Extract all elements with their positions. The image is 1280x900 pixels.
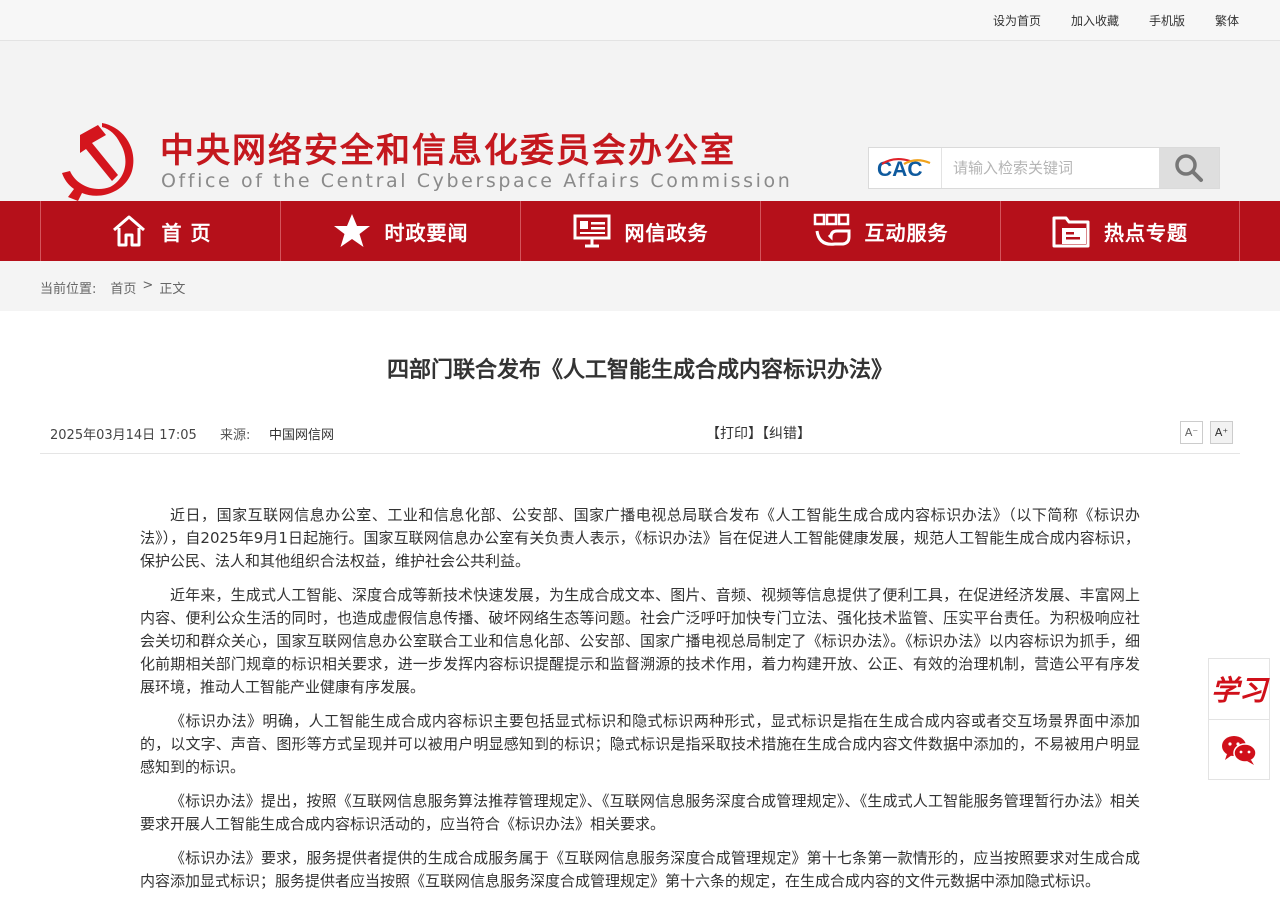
svg-text:CAC: CAC	[877, 158, 923, 181]
nav-item-label: 首 页	[161, 220, 212, 245]
traditional-chinese-link[interactable]: 繁体	[1215, 12, 1239, 29]
nav-item-label: 互动服务	[864, 220, 949, 245]
folder-icon	[1052, 212, 1090, 250]
breadcrumb-bar: 当前位置: 首页 > 正文	[0, 261, 1280, 311]
search-button[interactable]	[1159, 148, 1219, 188]
nav-item-interaction[interactable]: 互动服务	[760, 201, 1000, 261]
article-paragraph: 《标识办法》提出，按照《互联网信息服务算法推荐管理规定》、《互联网信息服务深度合…	[140, 792, 1140, 833]
publish-date: 2025年03月14日 17:05	[50, 428, 197, 443]
nav-item-home[interactable]: 首 页	[40, 201, 280, 261]
main-navigation: 首 页 时政要闻 网信政务 互动服务 热点专题	[0, 201, 1280, 261]
site-header: 中央网络安全和信息化委员会办公室 Office of the Central C…	[0, 41, 1280, 201]
interaction-icon	[813, 212, 851, 250]
article-meta: 2025年03月14日 17:05 来源: 中国网信网 【打印】【纠错】 A⁻ …	[40, 420, 1240, 454]
font-smaller-button[interactable]: A⁻	[1180, 421, 1203, 444]
breadcrumb-home-link[interactable]: 首页	[110, 278, 136, 297]
cac-logo-icon: CAC	[877, 157, 931, 181]
article-paragraph: 近年来，生成式人工智能、深度合成等新技术快速发展，为生成合成文本、图片、音频、视…	[140, 586, 1140, 696]
nav-item-affairs[interactable]: 网信政务	[520, 201, 760, 261]
print-link[interactable]: 【打印】	[706, 426, 762, 442]
xuexi-link[interactable]: 学习	[1209, 659, 1269, 720]
site-subtitle: Office of the Central Cyberspace Affairs…	[161, 170, 793, 192]
site-title: 中央网络安全和信息化委员会办公室	[160, 131, 736, 171]
article-paragraph: 《标识办法》明确，人工智能生成合成内容标识主要包括显式标识和隐式标识两种形式，显…	[140, 712, 1140, 776]
xuexi-logo-icon: 学习	[1210, 674, 1267, 707]
mobile-version-link[interactable]: 手机版	[1149, 12, 1185, 29]
article-paragraph: 《标识办法》要求，服务提供者提供的生成合成服务属于《互联网信息服务深度合成管理规…	[140, 849, 1140, 890]
monitor-icon	[573, 212, 611, 250]
top-links: 设为首页 加入收藏 手机版 繁体	[993, 12, 1239, 29]
add-favorite-link[interactable]: 加入收藏	[1071, 12, 1119, 29]
article-body: 近日，国家互联网信息办公室、工业和信息化部、公安部、国家广播电视总局联合发布《人…	[140, 504, 1140, 900]
font-larger-button[interactable]: A⁺	[1210, 421, 1233, 444]
search-box: CAC	[868, 147, 1220, 189]
correct-link[interactable]: 【纠错】	[762, 426, 811, 442]
breadcrumb-separator: >	[142, 278, 154, 293]
cac-logo: CAC	[869, 148, 942, 188]
search-input[interactable]	[942, 148, 1159, 188]
breadcrumb-current[interactable]: 正文	[159, 278, 185, 297]
star-icon	[333, 212, 371, 250]
article-paragraph: 近日，国家互联网信息办公室、工业和信息化部、公安部、国家广播电视总局联合发布《人…	[140, 506, 1140, 570]
breadcrumb-label: 当前位置:	[40, 282, 97, 297]
nav-item-topics[interactable]: 热点专题	[1000, 201, 1240, 261]
party-emblem-icon[interactable]	[58, 119, 142, 203]
home-icon	[110, 212, 148, 250]
article-title: 四部门联合发布《人工智能生成合成内容标识办法》	[386, 358, 893, 383]
article-tools: 【打印】【纠错】	[706, 423, 811, 443]
source-label: 来源:	[220, 428, 251, 443]
search-icon	[1175, 154, 1203, 182]
source-name: 中国网信网	[269, 428, 335, 443]
nav-item-label: 热点专题	[1104, 220, 1188, 245]
wechat-icon	[1222, 736, 1257, 765]
wechat-button[interactable]	[1209, 720, 1269, 780]
nav-item-label: 网信政务	[624, 220, 709, 245]
breadcrumb: 当前位置: 首页 > 正文	[40, 278, 185, 297]
floating-share-panel: 学习	[1208, 658, 1270, 780]
nav-item-label: 时政要闻	[384, 220, 469, 245]
set-homepage-link[interactable]: 设为首页	[993, 12, 1041, 29]
nav-item-news[interactable]: 时政要闻	[280, 201, 520, 261]
top-utility-bar: 设为首页 加入收藏 手机版 繁体	[0, 0, 1280, 41]
